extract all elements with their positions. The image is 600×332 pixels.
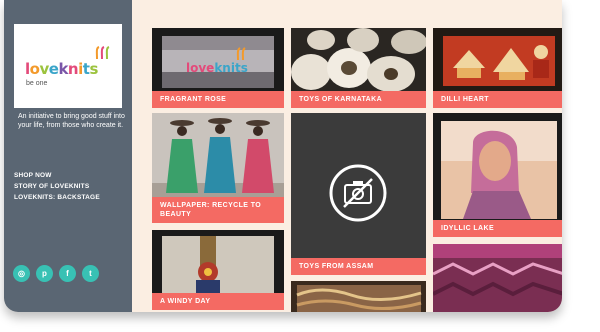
tile-caption: DILLI HEART — [433, 91, 562, 108]
tile-partial-craft[interactable] — [291, 281, 426, 312]
sidebar-nav: SHOP NOW STORY OF LOVEKNITS LOVEKNITS: B… — [14, 170, 100, 203]
logo-wordmark: loveknits — [25, 60, 98, 78]
idyllic-lake-image — [433, 113, 562, 223]
wallpaper-recycle-image — [152, 113, 284, 201]
tagline: An initiative to bring good stuff into y… — [18, 113, 125, 129]
tile-caption: A WINDY DAY — [152, 293, 284, 310]
tile-idyllic-lake[interactable]: IDYLLIC LAKE — [433, 113, 562, 237]
social-links: ◎ p f t — [13, 265, 99, 282]
pinterest-icon[interactable]: p — [36, 265, 53, 282]
tile-wallpaper-recycle-to-beauty[interactable]: WALLPAPER: RECYCLE TO BEAUTY — [152, 113, 284, 223]
tile-caption: TOYS FROM ASSAM — [291, 258, 426, 275]
tile-caption: FRAGRANT ROSE — [152, 91, 284, 108]
nav-shop-now[interactable]: SHOP NOW — [14, 170, 100, 181]
tile-toys-from-assam[interactable]: TOYS FROM ASSAM — [291, 113, 426, 275]
page-frame: loveknits be one An initiative to bring … — [4, 0, 562, 312]
no-image-camera-icon — [329, 164, 387, 222]
nav-story-of-loveknits[interactable]: STORY OF LOVEKNITS — [14, 181, 100, 192]
yarn-logo-icon — [95, 46, 110, 60]
logo-subtitle: be one — [26, 80, 48, 87]
tile-caption: WALLPAPER: RECYCLE TO BEAUTY — [152, 197, 284, 223]
partial-craft-image — [291, 281, 426, 312]
facebook-icon[interactable]: f — [59, 265, 76, 282]
nav-loveknits-backstage[interactable]: LOVEKNITS: BACKSTAGE — [14, 192, 100, 203]
toys-of-karnataka-image — [291, 28, 426, 92]
tile-caption: TOYS OF KARNATAKA — [291, 91, 426, 108]
fragrant-rose-image: loveknits — [152, 28, 284, 92]
tile-partial-textile[interactable] — [433, 244, 562, 312]
twitter-icon[interactable]: t — [82, 265, 99, 282]
logo[interactable]: loveknits be one — [14, 24, 122, 108]
a-windy-day-image — [152, 230, 284, 294]
tile-a-windy-day[interactable]: A WINDY DAY — [152, 230, 284, 310]
dilli-heart-image — [433, 28, 562, 92]
sidebar: loveknits be one An initiative to bring … — [4, 0, 132, 312]
tile-toys-of-karnataka[interactable]: TOYS OF KARNATAKA — [291, 28, 426, 108]
tile-fragrant-rose[interactable]: loveknits FRAGRANT ROSE — [152, 28, 284, 108]
partial-textile-image — [433, 244, 562, 312]
svg-text:loveknits: loveknits — [186, 61, 248, 75]
tile-dilli-heart[interactable]: DILLI HEART — [433, 28, 562, 108]
instagram-icon[interactable]: ◎ — [13, 265, 30, 282]
tile-caption: IDYLLIC LAKE — [433, 220, 562, 237]
